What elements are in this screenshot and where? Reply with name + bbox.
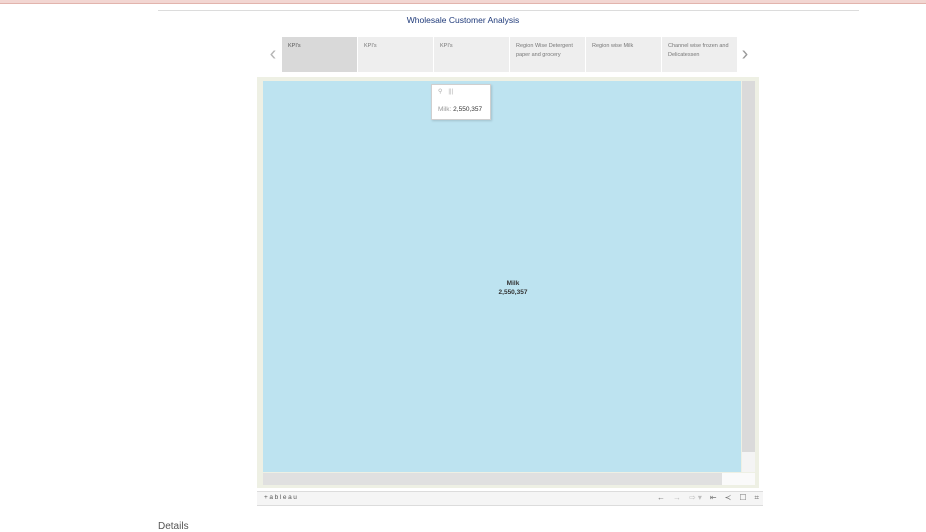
revert-all-icon[interactable]: ⇤: [710, 493, 717, 503]
treemap-milk-mark[interactable]: [263, 81, 741, 472]
tab-kpis-3[interactable]: KPI's: [434, 37, 509, 72]
tab-region-wise-detergent[interactable]: Region Wise Detergent paper and grocery: [510, 37, 585, 72]
mark-label: Milk 2,550,357: [473, 279, 553, 297]
tableau-logo[interactable]: +ableau: [264, 494, 299, 501]
undo-icon[interactable]: ←: [657, 493, 665, 503]
redo-icon[interactable]: →: [673, 493, 681, 503]
mark-label-name: Milk: [506, 280, 520, 287]
share-icon[interactable]: ≺: [725, 493, 732, 503]
comment-icon[interactable]: ☐: [739, 493, 746, 503]
toolbar-icons: ← → ⇨ ▾ ⇤ ≺ ☐ ⌗: [657, 493, 759, 503]
mark-label-value: 2,550,357: [498, 289, 528, 296]
tabs-next-arrow-icon[interactable]: ›: [738, 44, 752, 64]
tooltip-icons: ⚲ |||: [438, 88, 459, 95]
horizontal-scrollbar[interactable]: [263, 473, 722, 485]
browser-top-bar: [0, 0, 926, 4]
tab-region-wise-milk[interactable]: Region wise Milk: [586, 37, 661, 72]
revert-icon[interactable]: ⇨ ▾: [689, 493, 702, 503]
pin-icon[interactable]: ⚲: [438, 89, 442, 95]
table-icon[interactable]: |||: [448, 89, 453, 95]
tooltip: ⚲ ||| Milk: 2,550,357: [431, 84, 491, 120]
fullscreen-icon[interactable]: ⌗: [754, 493, 759, 503]
tab-kpis-2[interactable]: KPI's: [358, 37, 433, 72]
tableau-toolbar: +ableau ← → ⇨ ▾ ⇤ ≺ ☐ ⌗: [257, 491, 763, 506]
vertical-scrollbar-end: [742, 452, 755, 472]
tab-kpis-1[interactable]: KPI's: [282, 37, 357, 72]
tabs-prev-arrow-icon[interactable]: ‹: [266, 44, 280, 64]
story-tabs: KPI's KPI's KPI's Region Wise Detergent …: [282, 37, 737, 72]
scrollbar-corner: [722, 473, 755, 485]
tab-channel-wise-frozen[interactable]: Channel wise frozen and Delicatessen: [662, 37, 737, 72]
header-divider: [158, 10, 859, 11]
tooltip-row: Milk: 2,550,357: [438, 106, 482, 113]
tooltip-value: 2,550,357: [453, 106, 483, 113]
dashboard-title: Wholesale Customer Analysis: [406, 15, 520, 25]
details-label[interactable]: Details: [158, 521, 189, 532]
vertical-scrollbar[interactable]: [742, 81, 755, 472]
tooltip-key: Milk:: [438, 106, 452, 113]
